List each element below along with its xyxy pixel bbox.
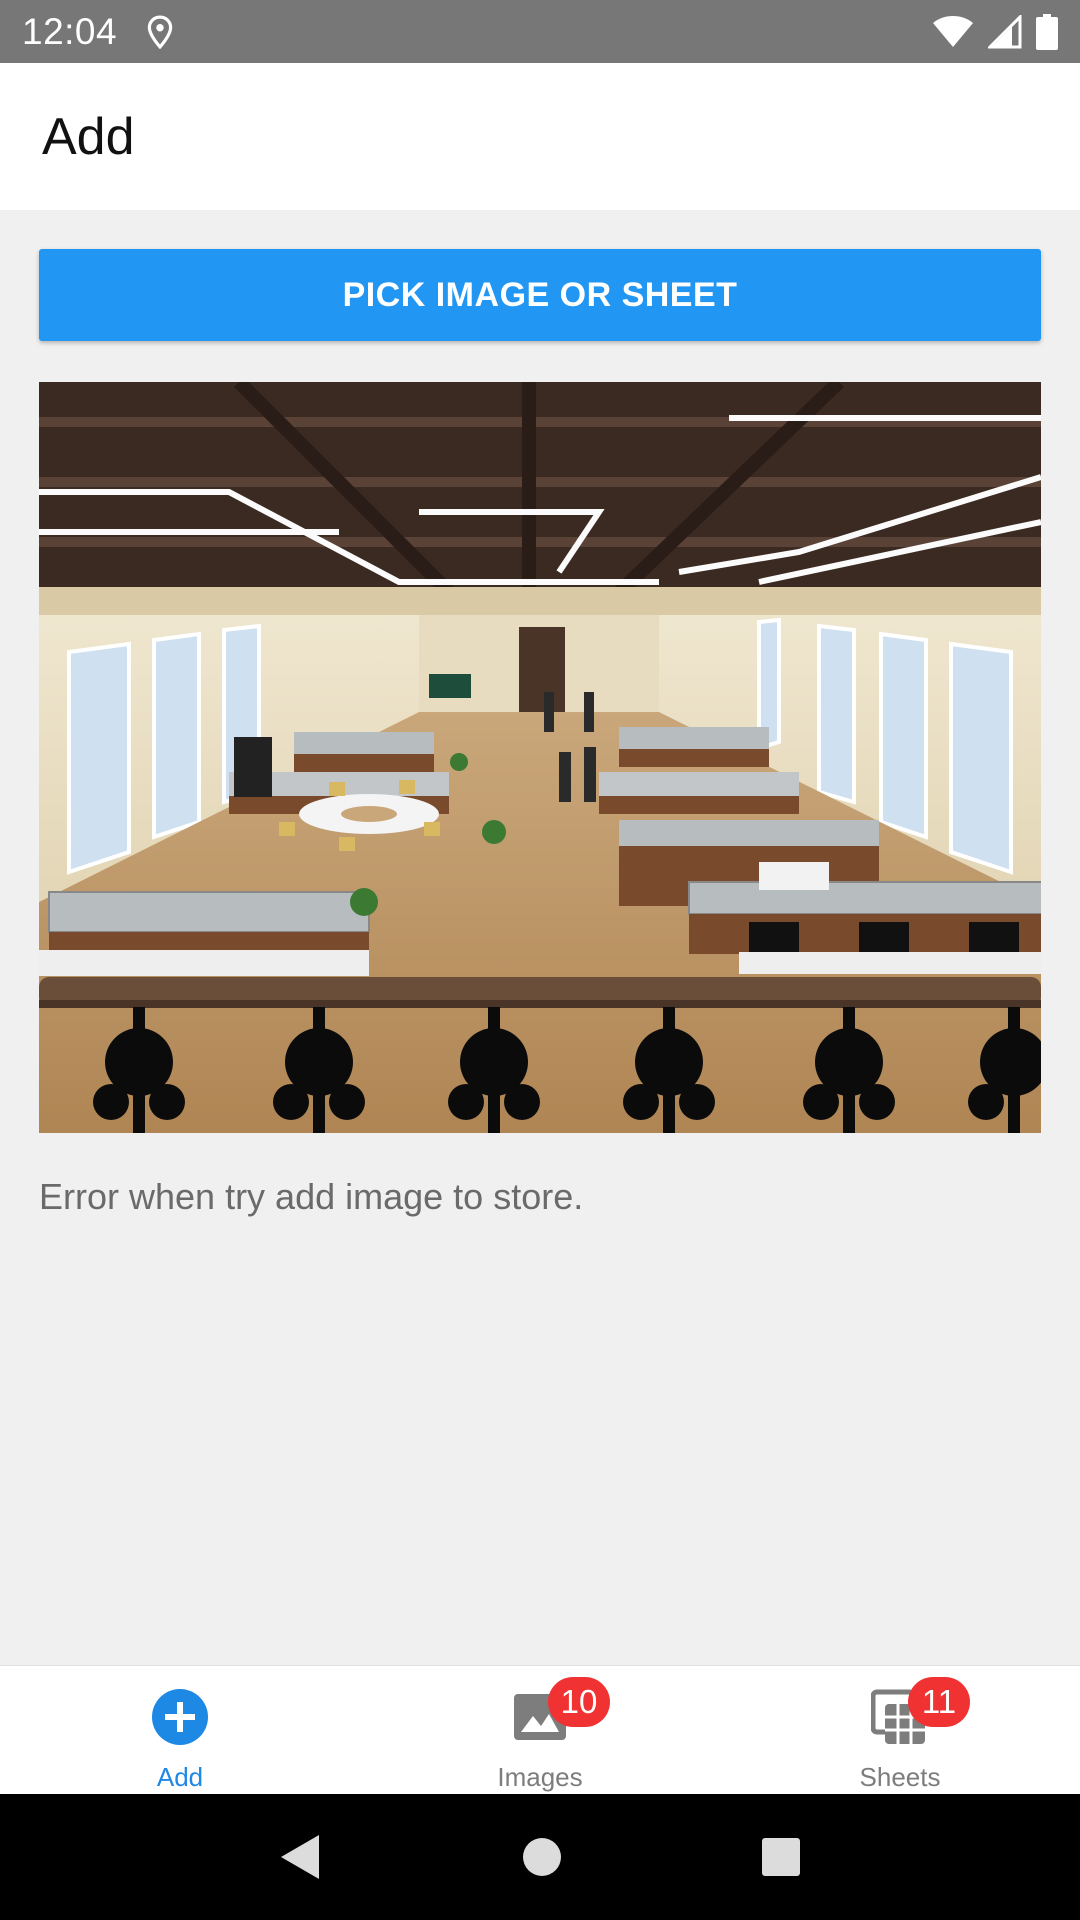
wifi-icon (933, 15, 973, 47)
system-nav-bar (0, 1794, 1080, 1920)
signal-icon (988, 14, 1022, 48)
tab-sheets-label: Sheets (859, 1762, 941, 1792)
tab-add[interactable]: Add (0, 1666, 360, 1794)
tab-add-label: Add (156, 1762, 204, 1792)
status-icons (932, 13, 1058, 50)
add-circle-icon (152, 1689, 208, 1745)
tab-images-label: Images (497, 1762, 583, 1792)
sheets-count-badge: 11 (908, 1677, 970, 1727)
tab-sheets[interactable]: 11 Sheets (720, 1666, 1080, 1794)
back-icon[interactable] (279, 1833, 323, 1881)
pick-image-or-sheet-button[interactable]: PICK IMAGE OR SHEET (39, 249, 1041, 341)
preview-image (39, 382, 1041, 1133)
office-hall-photo (39, 382, 1041, 1133)
home-icon[interactable] (522, 1837, 562, 1877)
bottom-nav: Add 10 Images 11 Sheets (0, 1665, 1080, 1794)
tab-images[interactable]: 10 Images (360, 1666, 720, 1794)
status-time: 12:04 (22, 10, 118, 52)
status-bar: 12:04 (0, 0, 1080, 63)
page-title: Add (42, 107, 135, 166)
recents-icon[interactable] (761, 1837, 801, 1877)
app-header: Add (0, 63, 1080, 210)
images-count-badge: 10 (548, 1677, 610, 1727)
error-message: Error when try add image to store. (39, 1176, 584, 1217)
battery-icon (1036, 13, 1058, 50)
location-icon (147, 15, 173, 49)
